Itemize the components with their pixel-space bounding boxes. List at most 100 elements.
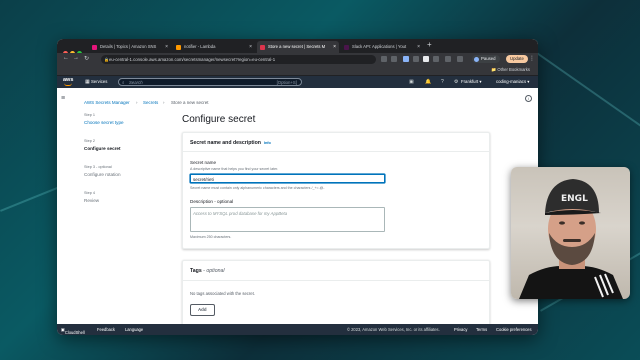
step-number: Step 3 - optional xyxy=(84,165,112,169)
webcam-overlay: ENGL xyxy=(511,167,630,299)
presenter-illustration: ENGL xyxy=(519,179,623,299)
chevron-right-icon: › xyxy=(163,100,165,105)
cookie-preferences-link[interactable]: Cookie preferences xyxy=(496,327,532,332)
sidepanel-icon[interactable] xyxy=(457,55,463,62)
bookmark-star-icon[interactable] xyxy=(391,55,397,62)
tab-label: Store a new secret | Secrets M xyxy=(268,44,326,49)
breadcrumb: AWS Secrets Manager › Secrets › Store a … xyxy=(57,97,538,109)
account-label: coding-maniacs xyxy=(496,79,527,84)
panel-title: Tags - optional xyxy=(190,268,225,274)
step-number: Step 2 xyxy=(84,139,95,143)
secret-name-panel: Secret name and description Info Secret n… xyxy=(182,132,490,249)
language-link[interactable]: Language xyxy=(125,327,143,332)
help-icon[interactable]: ? xyxy=(441,79,444,85)
chevron-right-icon: › xyxy=(136,100,138,105)
tab-lambda[interactable]: notifier - Lambda × xyxy=(173,41,255,53)
update-button[interactable]: Update xyxy=(506,55,528,63)
tags-empty-text: No tags associated with the secret. xyxy=(190,291,255,296)
secret-name-constraint: Secret name must contain only alphanumer… xyxy=(190,186,325,190)
profile-status: Paused xyxy=(481,56,496,61)
browser-window: Details | Topics | Amazon SNS × notifier… xyxy=(57,39,538,335)
copyright-text: © 2023, Amazon Web Services, Inc. or its… xyxy=(347,327,440,332)
share-icon[interactable] xyxy=(381,55,387,62)
search-icon: ⌕ xyxy=(122,80,125,85)
reload-icon[interactable]: ↻ xyxy=(84,55,89,62)
other-bookmarks[interactable]: 📁 Other Bookmarks xyxy=(491,67,530,73)
avatar xyxy=(473,56,479,62)
description-label: Description - optional xyxy=(190,199,234,204)
aws-smile-icon xyxy=(64,83,72,86)
secret-name-hint: A descriptive name that helps you find y… xyxy=(190,167,279,171)
divider xyxy=(183,280,489,281)
close-tab-icon[interactable]: × xyxy=(165,41,168,53)
address-toolbar: ← → ↻ 🔒 eu-central-1.console.aws.amazon.… xyxy=(57,53,538,66)
terms-link[interactable]: Terms xyxy=(476,327,487,332)
feedback-link[interactable]: Feedback xyxy=(97,327,115,332)
close-tab-icon[interactable]: × xyxy=(249,41,252,53)
other-bookmarks-label: Other Bookmarks xyxy=(497,67,530,72)
close-tab-icon[interactable]: × xyxy=(417,41,420,53)
step-configure-secret: Configure secret xyxy=(84,146,121,151)
close-tab-icon[interactable]: × xyxy=(333,41,336,53)
tab-label: Slack API: Applications | Yout xyxy=(352,44,407,49)
extension-icon[interactable] xyxy=(403,55,409,62)
tab-label: Details | Topics | Amazon SNS xyxy=(100,44,157,49)
aws-top-nav: aws ▦ Services ⌕ Search [Option+S] ▣ 🔔 ?… xyxy=(57,76,538,88)
tab-secrets-manager[interactable]: Store a new secret | Secrets M × xyxy=(257,41,339,53)
url-text: eu-central-1.console.aws.amazon.com/secr… xyxy=(109,57,276,62)
sns-favicon-icon xyxy=(92,44,97,50)
address-bar[interactable]: 🔒 eu-central-1.console.aws.amazon.com/se… xyxy=(101,55,376,64)
cloudshell-icon[interactable]: ▣ xyxy=(409,79,414,85)
search-placeholder: Search xyxy=(129,80,143,85)
lambda-favicon-icon xyxy=(176,44,181,50)
back-icon[interactable]: ← xyxy=(63,55,69,61)
tags-title: Tags xyxy=(190,268,202,274)
services-label: Services xyxy=(90,79,108,84)
secret-name-label: Secret name xyxy=(190,160,217,165)
secret-name-input[interactable]: secret/rieti xyxy=(190,174,385,183)
tab-slack[interactable]: Slack API: Applications | Yout × xyxy=(341,41,423,53)
forward-icon[interactable]: → xyxy=(73,55,79,61)
services-menu[interactable]: ▦ Services xyxy=(85,79,107,85)
breadcrumb-secrets-manager[interactable]: AWS Secrets Manager xyxy=(84,100,130,105)
search-shortcut: [Option+S] xyxy=(276,80,297,85)
aws-search-input[interactable]: ⌕ Search [Option+S] xyxy=(118,78,302,86)
aws-footer: ▣ CloudShell Feedback Language © 2023, A… xyxy=(57,324,538,335)
extension-icon[interactable] xyxy=(423,55,429,62)
add-tag-button[interactable]: Add xyxy=(190,304,215,316)
bell-icon[interactable]: 🔔 xyxy=(425,79,431,85)
step-configure-rotation: Configure rotation xyxy=(84,172,121,177)
menu-kebab-icon[interactable]: ⋮ xyxy=(529,55,535,62)
divider xyxy=(183,151,489,152)
extension-icon[interactable] xyxy=(413,55,419,62)
profile-paused-button[interactable]: Paused xyxy=(472,55,500,63)
tab-bar: Details | Topics | Amazon SNS × notifier… xyxy=(57,39,538,56)
tags-optional: - optional xyxy=(201,268,225,274)
step-number: Step 1 xyxy=(84,113,95,117)
region-selector[interactable]: Frankfurt ▾ xyxy=(461,79,482,85)
step-number: Step 4 xyxy=(84,191,95,195)
new-tab-icon[interactable]: + xyxy=(427,40,432,49)
grid-icon: ▦ xyxy=(85,79,90,85)
info-panel-icon[interactable]: i xyxy=(525,95,532,102)
extensions-puzzle-icon[interactable] xyxy=(445,55,451,62)
bookmarks-bar: 📁 Other Bookmarks xyxy=(57,66,538,76)
secrets-favicon-icon xyxy=(260,44,265,50)
panel-title: Secret name and description Info xyxy=(190,140,271,146)
step-review: Review xyxy=(84,198,100,203)
tags-panel: Tags - optional No tags associated with … xyxy=(182,260,490,326)
tab-sns[interactable]: Details | Topics | Amazon SNS × xyxy=(89,41,171,53)
account-menu[interactable]: coding-maniacs ▾ xyxy=(496,79,529,85)
breadcrumb-secrets[interactable]: Secrets xyxy=(143,100,158,105)
privacy-link[interactable]: Privacy xyxy=(454,327,467,332)
extension-icon[interactable] xyxy=(433,55,439,62)
lock-icon: 🔒 xyxy=(104,57,109,62)
step-choose-secret-type[interactable]: Choose secret type xyxy=(84,120,124,125)
info-link[interactable]: Info xyxy=(264,141,271,145)
update-label: Update xyxy=(510,56,524,61)
aws-logo[interactable]: aws xyxy=(63,77,73,86)
description-textarea[interactable]: Access to MYSQL prod database for my App… xyxy=(190,207,385,232)
panel-title-text: Secret name and description xyxy=(190,140,261,146)
cloudshell-button[interactable]: ▣ CloudShell xyxy=(61,327,85,335)
settings-gear-icon[interactable]: ⚙ xyxy=(454,79,458,85)
